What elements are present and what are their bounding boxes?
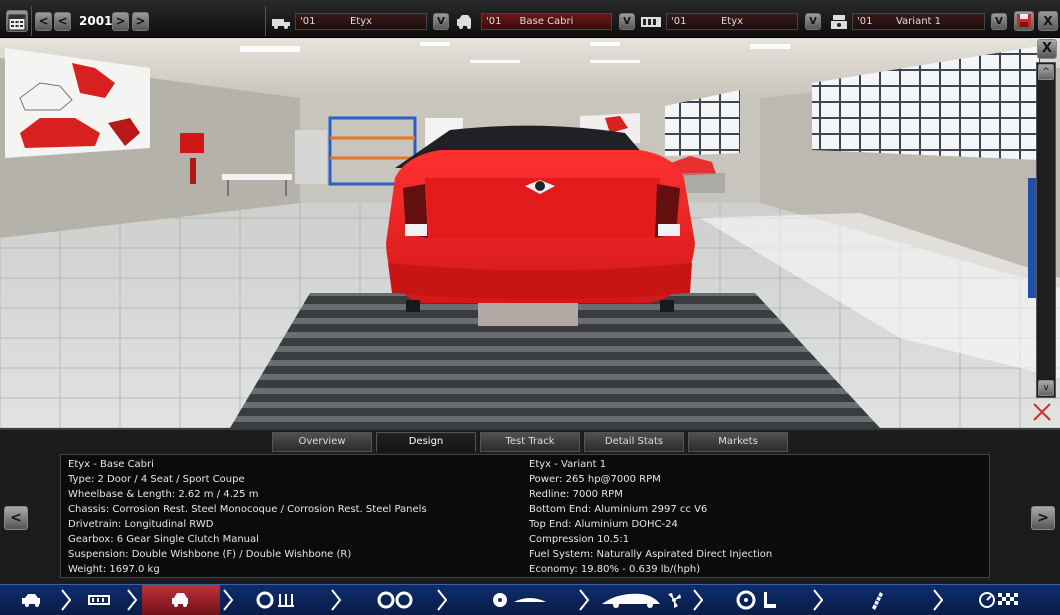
stats-box: Etyx - Base Cabri Type: 2 Door / 4 Seat … [60,454,990,578]
save-button[interactable] [1014,11,1034,31]
engine-family-dropdown-button[interactable]: V [805,13,821,30]
year-prev-button[interactable]: < [54,12,71,31]
calendar-button[interactable] [6,10,28,32]
year-next-button[interactable]: > [112,12,129,31]
viewport-close-button[interactable]: X [1037,39,1057,59]
aero-icon [602,593,681,608]
engine-family-name: Etyx [720,16,744,27]
safety-step[interactable] [828,585,928,615]
wheels-step[interactable] [346,585,434,615]
trim-name: Base Cabri [519,16,574,27]
engine-variant-name: Variant 1 [895,16,941,27]
car-step[interactable] [0,585,58,615]
chevron-right-icon [437,589,448,611]
info-compression: Compression 10.5:1 [529,534,630,545]
calendar-icon [8,14,26,31]
chevron-right-icon [223,589,234,611]
viewport-scrollbar[interactable]: ^ v [1036,62,1056,398]
tab-markets[interactable]: Markets [688,432,788,452]
chevron-right-icon [127,589,138,611]
trim-dropdown-button[interactable]: V [619,13,635,30]
panel-next-button[interactable]: > [1031,506,1055,530]
engine-title: Etyx - Variant 1 [529,459,607,470]
info-panel: Overview Design Test Track Detail Stats … [0,428,1060,584]
divider [31,6,32,36]
finish-flag-icon [979,592,1018,608]
car-model-icon [272,19,290,29]
garage-scene [0,38,1060,428]
trim-title: Etyx - Base Cabri [68,459,154,470]
car-icon [22,594,40,607]
car-model-select[interactable]: '01 Etyx [295,13,427,30]
car-viewport[interactable]: X ^ v [0,38,1060,428]
trim-icon [457,15,471,29]
panel-prev-button[interactable]: < [4,506,28,530]
camera-reset-icon[interactable] [1030,400,1054,424]
info-chassis: Chassis: Corrosion Rest. Steel Monocoque… [68,504,427,515]
info-fuel-system: Fuel System: Naturally Aspirated Direct … [529,549,773,560]
info-power: Power: 265 hp@7000 RPM [529,474,661,485]
car-model-name: Etyx [349,16,373,27]
divider [265,6,266,36]
body-step[interactable] [142,585,220,615]
engine-family-select[interactable]: '01 Etyx [666,13,798,30]
year-label: 2001 [79,14,113,28]
info-gearbox: Gearbox: 6 Gear Single Clutch Manual [68,534,259,545]
interior-icon [736,590,776,610]
info-bottom-end: Bottom End: Aluminium 2997 cc V6 [529,504,708,515]
tab-test-track[interactable]: Test Track [480,432,580,452]
info-suspension: Suspension: Double Wishbone (F) / Double… [68,549,352,560]
wheels-icon [377,591,413,609]
design-step-bar [0,584,1060,615]
engine-family-icon [641,17,661,27]
chassis-icon [88,595,110,605]
brakes-icon [493,593,546,607]
brakes-step[interactable] [452,585,576,615]
car-model-dropdown-button[interactable]: V [433,13,449,30]
suspension-icon [256,591,294,609]
chevron-right-icon [61,589,72,611]
floppy-disk-icon [1017,14,1031,28]
top-toolbar: < < 2001 > > '01 Etyx V '01 Base Cabri V… [0,0,1060,38]
info-top-end: Top End: Aluminium DOHC-24 [529,519,678,530]
info-redline: Redline: 7000 RPM [529,489,623,500]
tab-design[interactable]: Design [376,432,476,452]
aero-step[interactable] [594,585,690,615]
app-window: < < 2001 > > '01 Etyx V '01 Base Cabri V… [0,0,1060,615]
tab-overview[interactable]: Overview [272,432,372,452]
engine-variant-dropdown-button[interactable]: V [991,13,1007,30]
scroll-up-button[interactable]: ^ [1038,64,1054,80]
safety-icon [872,592,883,610]
chevron-right-icon [693,589,704,611]
interior-step[interactable] [708,585,808,615]
info-weight: Weight: 1697.0 kg [68,564,160,575]
trim-select[interactable]: '01 Base Cabri [481,13,612,30]
engine-variant-select[interactable]: '01 Variant 1 [852,13,985,30]
scroll-down-button[interactable]: v [1038,380,1054,396]
chevron-right-icon [933,589,944,611]
year-next-fast-button[interactable]: > [132,12,149,31]
tab-detail-stats[interactable]: Detail Stats [584,432,684,452]
info-drivetrain: Drivetrain: Longitudinal RWD [68,519,214,530]
info-economy: Economy: 19.80% - 0.639 lb/(hph) [529,564,701,575]
test-step[interactable] [948,585,1060,615]
chevron-right-icon [331,589,342,611]
chevron-right-icon [579,589,590,611]
close-button[interactable]: X [1038,11,1058,31]
car-body-icon [172,593,188,607]
suspension-step[interactable] [240,585,328,615]
engine-variant-icon [831,15,847,29]
chassis-step[interactable] [76,585,124,615]
info-wheelbase: Wheelbase & Length: 2.62 m / 4.25 m [68,489,259,500]
info-type: Type: 2 Door / 4 Seat / Sport Coupe [68,474,245,485]
chevron-right-icon [813,589,824,611]
year-prev-fast-button[interactable]: < [35,12,52,31]
